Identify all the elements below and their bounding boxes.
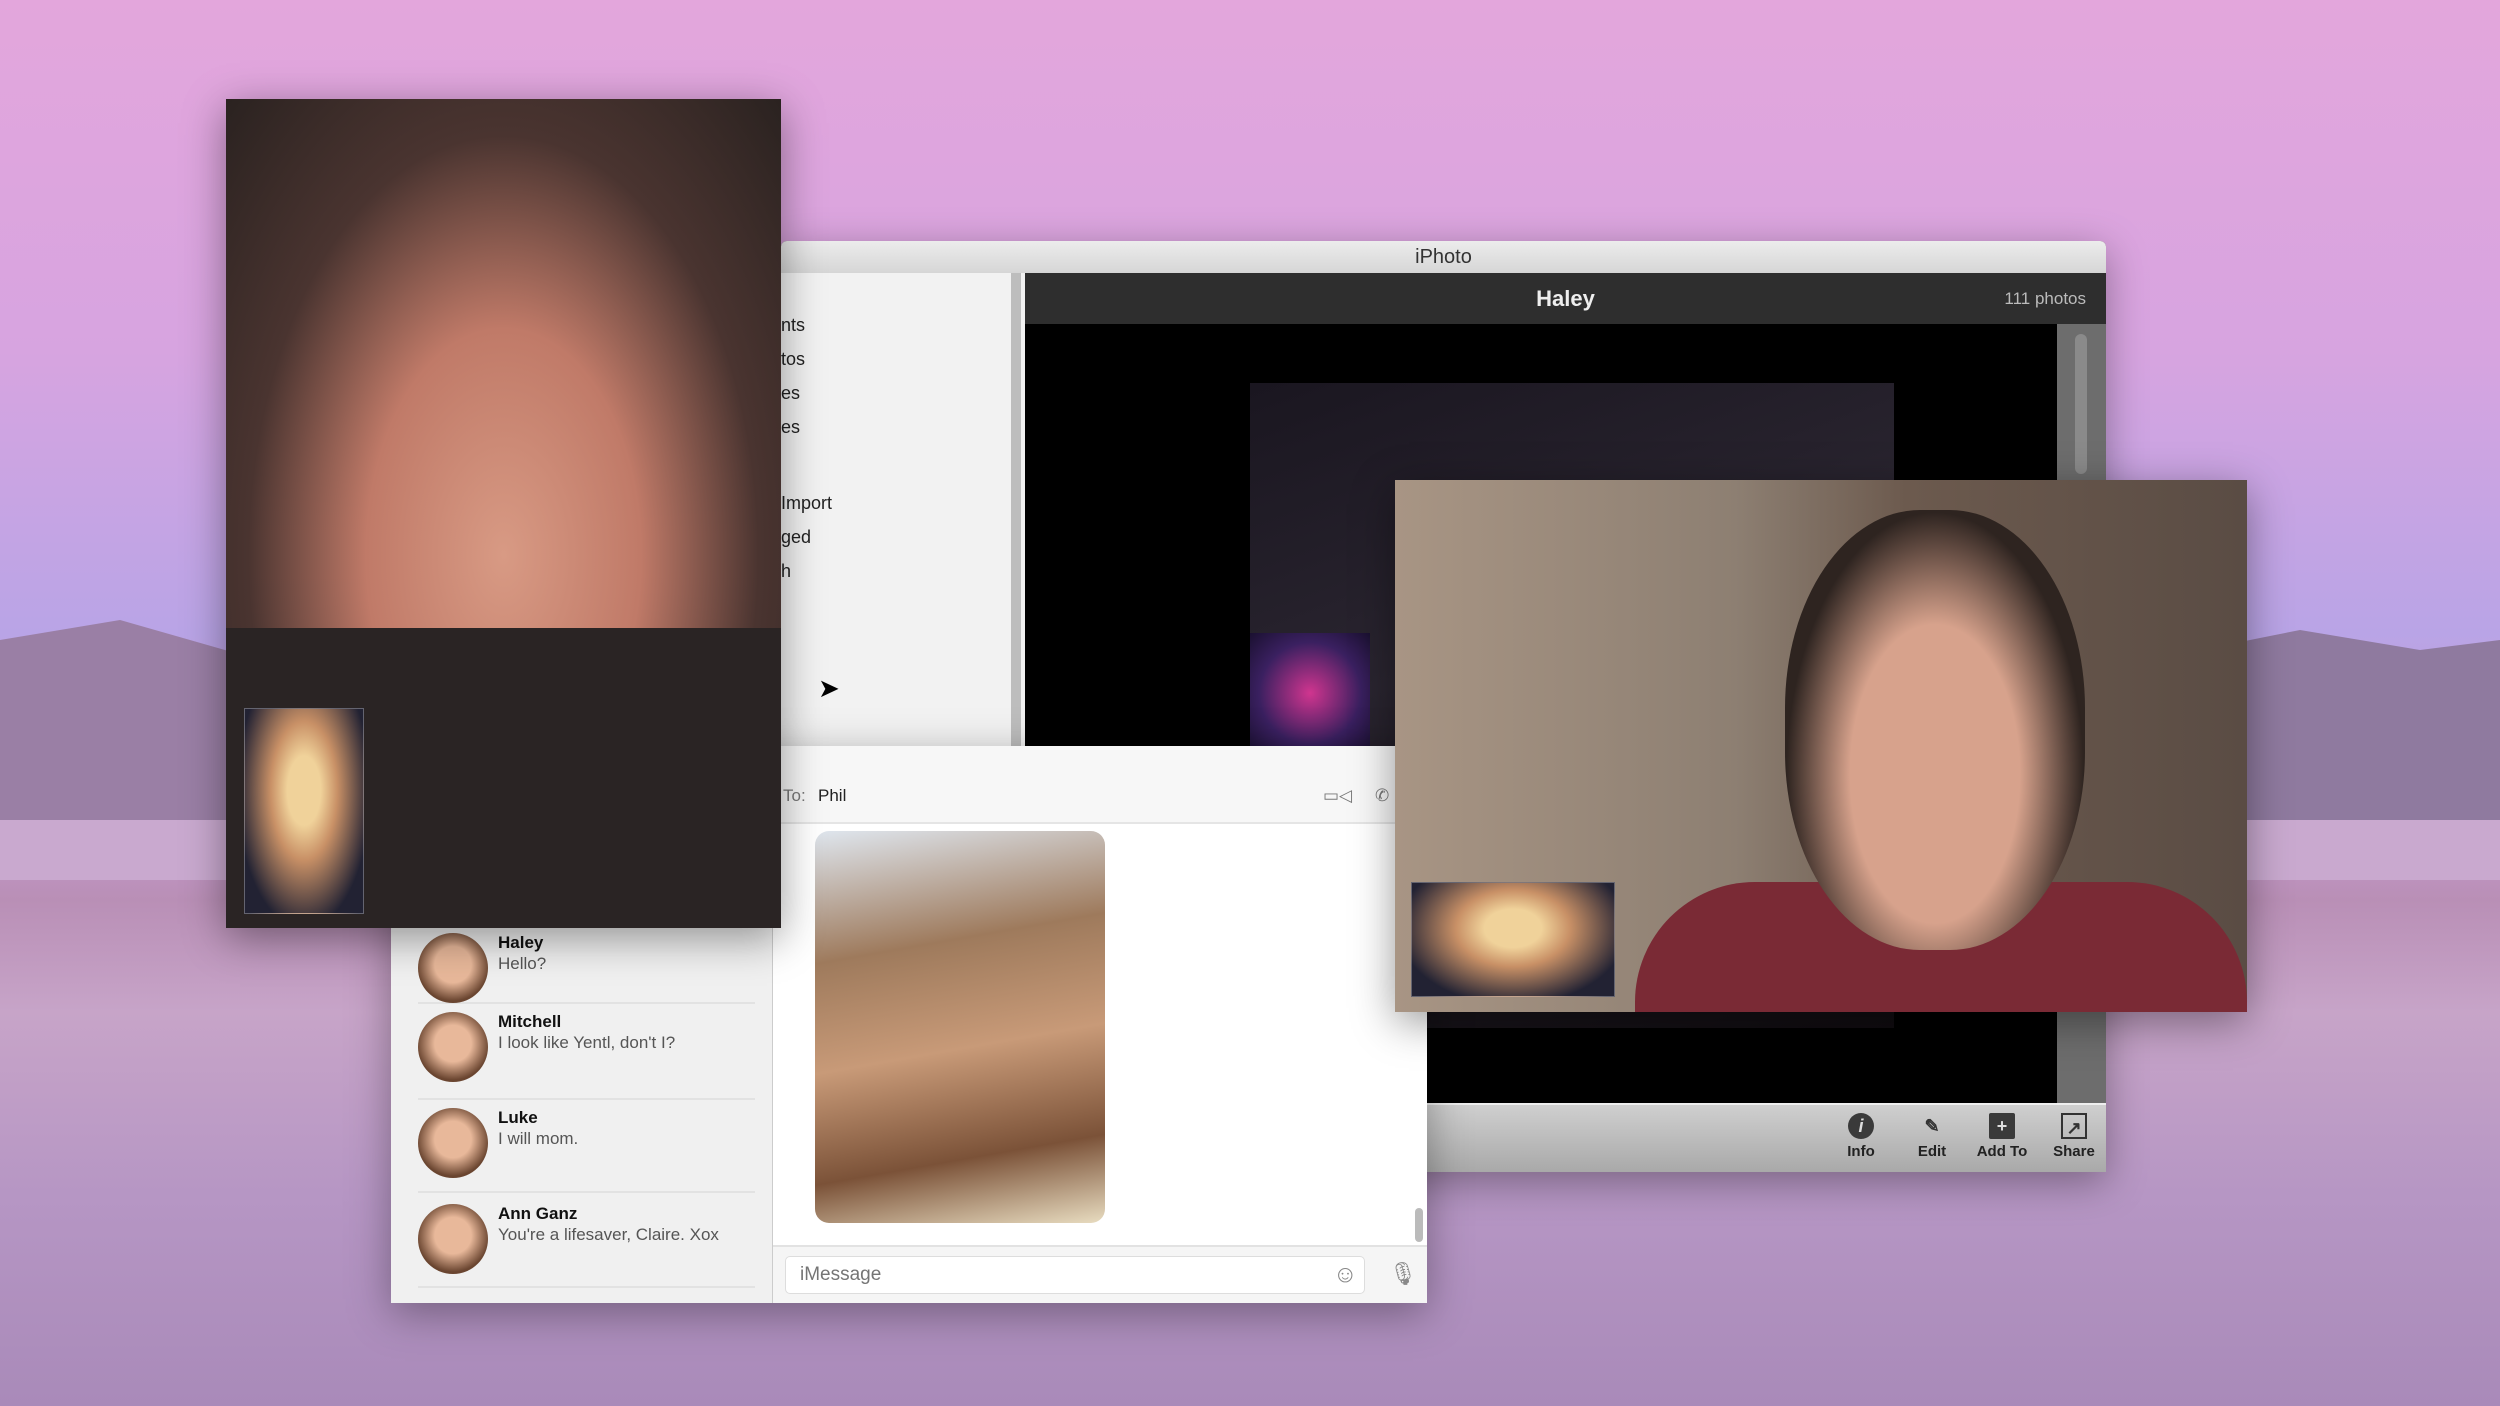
message-photo[interactable] [815,831,1105,1223]
recipient-bar: To: Phil ▭◁ ✆ [773,746,1427,824]
edit-button[interactable]: ✎ Edit [1897,1113,1967,1160]
share-icon: ↗ [2061,1113,2087,1139]
photo-count: 111 photos [2004,289,2086,308]
to-label: To: [783,786,806,805]
avatar [418,1108,488,1178]
avatar [418,1204,488,1274]
sidebar-item[interactable]: es [781,383,800,404]
avatar [418,933,488,1003]
self-view-pip[interactable] [244,708,364,914]
sidebar-item-flagged[interactable]: ged [781,527,811,548]
sidebar-item[interactable]: nts [781,315,805,336]
emoji-icon[interactable]: ☺ [1333,1261,1358,1289]
facetime-window-jay [226,99,781,928]
album-header: Haley 111 photos [1025,273,2106,324]
pencil-icon: ✎ [1924,1116,1940,1136]
imessage-input[interactable] [785,1256,1365,1294]
compose-bar: ☺ 🎙 [773,1245,1427,1303]
info-button[interactable]: i Info [1826,1113,1896,1160]
conversation-item[interactable]: Haley Hello? [418,933,755,1004]
info-icon: i [1848,1113,1874,1139]
add-icon: + [1989,1113,2015,1139]
sidebar-item-last-import[interactable]: Import [781,493,832,514]
video-face [1785,510,2085,950]
avatar [418,1012,488,1082]
facetime-window-phil [1395,480,2247,1012]
conversation-item[interactable]: Ann Ganz You're a lifesaver, Claire. Xox [418,1204,755,1288]
conversation-item[interactable]: Luke I will mom. [418,1108,755,1193]
phone-icon[interactable]: ✆ [1375,786,1389,806]
album-title: Haley [1536,286,1595,311]
mouse-cursor-icon: ➤ [818,673,840,703]
add-to-button[interactable]: + Add To [1967,1113,2037,1160]
share-button[interactable]: ↗ Share [2039,1113,2106,1160]
microphone-icon[interactable]: 🎙 [1389,1261,1417,1287]
chat-scrollbar[interactable] [1415,1208,1423,1242]
sidebar-item-trash[interactable]: h [781,561,791,582]
self-view-pip[interactable] [1411,882,1615,997]
sidebar-scrollbar[interactable] [1011,273,1021,746]
sidebar-item[interactable]: tos [781,349,805,370]
sidebar-item[interactable]: es [781,417,800,438]
recipient-name[interactable]: Phil [818,786,846,806]
conversation-item[interactable]: Mitchell I look like Yentl, don't I? [418,1012,755,1100]
video-call-icon[interactable]: ▭◁ [1323,786,1352,806]
window-title: iPhoto [781,241,2106,273]
